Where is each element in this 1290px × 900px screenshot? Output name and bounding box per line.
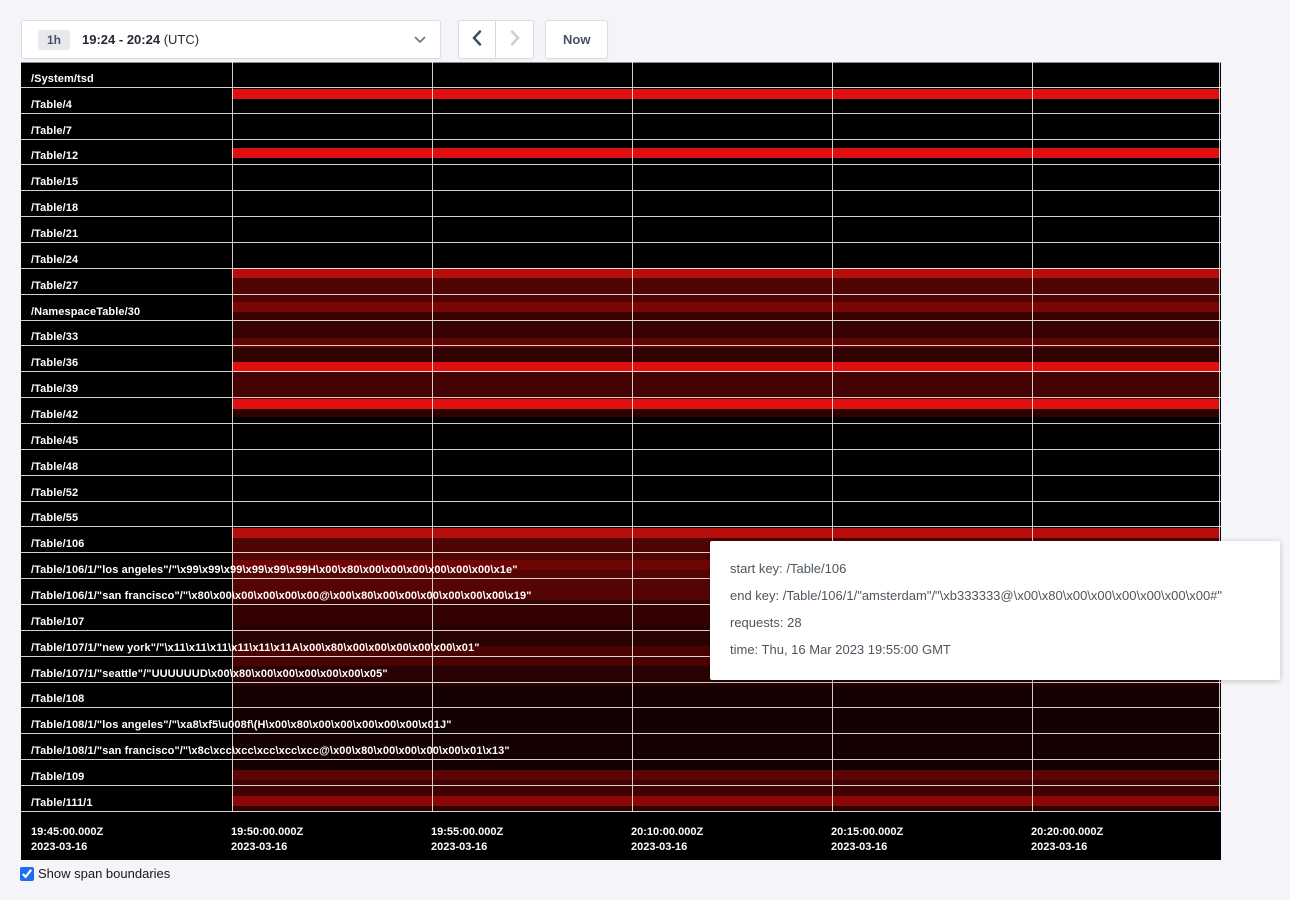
show-span-boundaries-label: Show span boundaries [38, 866, 170, 881]
span-row-label: /Table/108/1/"los angeles"/"\xa8\xf5\u00… [31, 719, 452, 731]
duration-badge: 1h [38, 30, 70, 50]
span-row[interactable]: /Table/108/1/"los angeles"/"\xa8\xf5\u00… [21, 708, 1221, 734]
span-row[interactable]: /Table/33 [21, 321, 1221, 347]
span-row-label: /Table/27 [31, 280, 78, 292]
span-row-label: /System/tsd [31, 73, 94, 85]
tick-date: 2023-03-16 [431, 840, 503, 855]
span-row-label: /Table/108/1/"san francisco"/"\x8c\xcc\x… [31, 745, 510, 757]
tick-time: 19:45:00.000Z [31, 825, 103, 840]
tick-time: 19:50:00.000Z [231, 825, 303, 840]
span-row-label: /Table/21 [31, 228, 78, 240]
time-axis-tick: 19:50:00.000Z2023-03-16 [231, 825, 303, 855]
span-row[interactable]: /Table/55 [21, 502, 1221, 528]
time-axis-tick: 20:20:00.000Z2023-03-16 [1031, 825, 1103, 855]
span-row-label: /Table/107/1/"seattle"/"UUUUUUD\x00\x80\… [31, 668, 388, 680]
span-row[interactable]: /Table/21 [21, 217, 1221, 243]
span-rows-layer: /System/tsd/Table/4/Table/7/Table/12/Tab… [21, 62, 1221, 812]
tick-date: 2023-03-16 [831, 840, 903, 855]
time-axis-tick: 19:55:00.000Z2023-03-16 [431, 825, 503, 855]
span-row-label: /Table/42 [31, 409, 78, 421]
span-row-label: /Table/7 [31, 125, 72, 137]
span-row[interactable]: /Table/27 [21, 269, 1221, 295]
span-row-label: /Table/106 [31, 538, 84, 550]
span-row[interactable]: /Table/39 [21, 372, 1221, 398]
time-axis: 19:45:00.000Z2023-03-1619:50:00.000Z2023… [21, 812, 1221, 860]
time-range-value: 19:24 - 20:24 [82, 32, 160, 47]
span-row-label: /Table/108 [31, 693, 84, 705]
span-row-label: /Table/39 [31, 383, 78, 395]
span-row-label: /Table/106/1/"los angeles"/"\x99\x99\x99… [31, 564, 518, 576]
span-row-label: /Table/36 [31, 357, 78, 369]
span-row-label: /Table/24 [31, 254, 78, 266]
time-axis-tick: 19:45:00.000Z2023-03-16 [31, 825, 103, 855]
tick-time: 20:20:00.000Z [1031, 825, 1103, 840]
next-range-button[interactable] [496, 20, 534, 59]
span-row-label: /NamespaceTable/30 [31, 306, 140, 318]
time-axis-tick: 20:15:00.000Z2023-03-16 [831, 825, 903, 855]
key-visualizer-canvas[interactable]: /System/tsd/Table/4/Table/7/Table/12/Tab… [21, 62, 1221, 860]
span-row-label: /Table/45 [31, 435, 78, 447]
span-row[interactable]: /Table/45 [21, 424, 1221, 450]
span-row[interactable]: /Table/24 [21, 243, 1221, 269]
tick-time: 20:15:00.000Z [831, 825, 903, 840]
tick-date: 2023-03-16 [31, 840, 103, 855]
now-button[interactable]: Now [545, 20, 608, 59]
span-row-label: /Table/111/1 [31, 797, 93, 809]
span-row[interactable]: /Table/12 [21, 140, 1221, 166]
tick-time: 19:55:00.000Z [431, 825, 503, 840]
time-range-selector[interactable]: 1h 19:24 - 20:24 (UTC) [21, 20, 441, 59]
tick-time: 20:10:00.000Z [631, 825, 703, 840]
time-range-label: 19:24 - 20:24 (UTC) [82, 32, 199, 47]
span-row-label: /Table/106/1/"san francisco"/"\x80\x00\x… [31, 590, 532, 602]
span-row[interactable]: /Table/42 [21, 398, 1221, 424]
span-row[interactable]: /Table/7 [21, 114, 1221, 140]
span-row[interactable]: /Table/36 [21, 346, 1221, 372]
span-row[interactable]: /System/tsd [21, 62, 1221, 88]
tick-date: 2023-03-16 [231, 840, 303, 855]
tooltip-line: start key: /Table/106 [730, 559, 1260, 579]
tick-date: 2023-03-16 [1031, 840, 1103, 855]
span-row[interactable]: /Table/48 [21, 450, 1221, 476]
span-row[interactable]: /Table/109 [21, 760, 1221, 786]
span-row-label: /Table/18 [31, 202, 78, 214]
span-row[interactable]: /NamespaceTable/30 [21, 295, 1221, 321]
tooltip-line: requests: 28 [730, 613, 1260, 633]
time-axis-tick: 20:10:00.000Z2023-03-16 [631, 825, 703, 855]
chevron-left-icon [472, 30, 482, 49]
footer-controls: Show span boundaries [20, 866, 170, 881]
span-tooltip: start key: /Table/106 end key: /Table/106… [710, 541, 1280, 680]
span-row[interactable]: /Table/108 [21, 683, 1221, 709]
span-row-label: /Table/107/1/"new york"/"\x11\x11\x11\x1… [31, 642, 480, 654]
tooltip-line: time: Thu, 16 Mar 2023 19:55:00 GMT [730, 640, 1260, 660]
time-nav-group [458, 20, 534, 59]
time-toolbar: 1h 19:24 - 20:24 (UTC) Now [21, 20, 608, 59]
chevron-down-icon [414, 36, 426, 44]
span-row-label: /Table/12 [31, 150, 78, 162]
span-row[interactable]: /Table/4 [21, 88, 1221, 114]
span-row[interactable]: /Table/18 [21, 191, 1221, 217]
tick-date: 2023-03-16 [631, 840, 703, 855]
span-row-label: /Table/15 [31, 176, 78, 188]
span-row[interactable]: /Table/15 [21, 165, 1221, 191]
span-row[interactable]: /Table/52 [21, 476, 1221, 502]
tooltip-line: end key: /Table/106/1/"amsterdam"/"\xb33… [730, 586, 1260, 606]
span-row-label: /Table/48 [31, 461, 78, 473]
span-row[interactable]: /Table/111/1 [21, 786, 1221, 812]
span-row-label: /Table/52 [31, 487, 78, 499]
span-row-label: /Table/107 [31, 616, 84, 628]
show-span-boundaries-checkbox[interactable] [20, 867, 34, 881]
prev-range-button[interactable] [458, 20, 496, 59]
span-row[interactable]: /Table/108/1/"san francisco"/"\x8c\xcc\x… [21, 734, 1221, 760]
chevron-right-icon [510, 30, 520, 49]
span-row-label: /Table/4 [31, 99, 72, 111]
span-row-label: /Table/55 [31, 512, 78, 524]
timezone-label: (UTC) [164, 32, 199, 47]
span-row-label: /Table/33 [31, 331, 78, 343]
span-row-label: /Table/109 [31, 771, 84, 783]
